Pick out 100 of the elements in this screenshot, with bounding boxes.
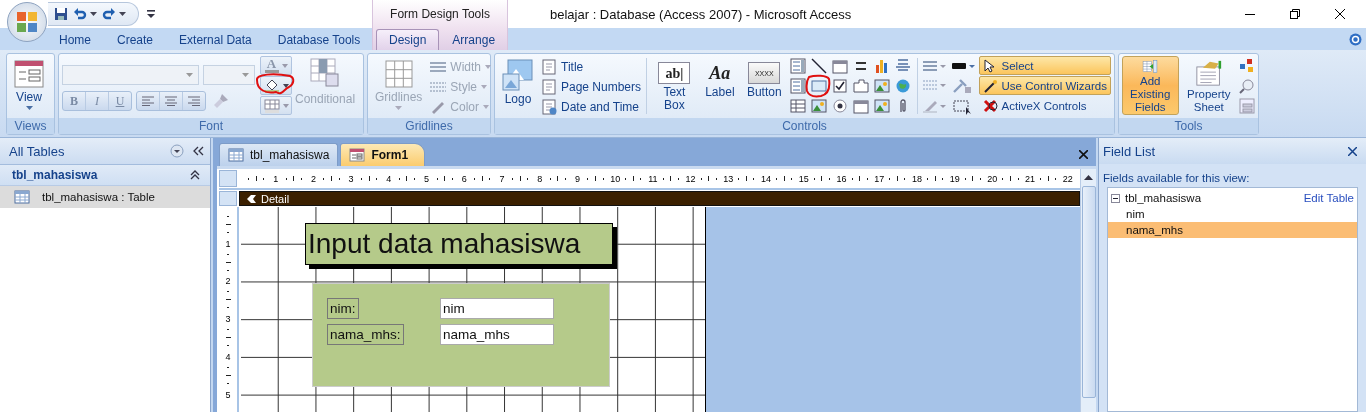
- office-button[interactable]: [7, 2, 47, 42]
- tools-button[interactable]: Add Existing Fields: [1122, 56, 1179, 115]
- close-icon[interactable]: [1079, 150, 1088, 159]
- list-icon[interactable]: [789, 78, 806, 94]
- checkbox-icon[interactable]: [831, 78, 848, 94]
- control-mode-button[interactable]: Use Control Wizards: [978, 76, 1111, 95]
- context-tab-header: Form Design Tools: [389, 6, 491, 23]
- ruler-number: 14: [761, 173, 772, 184]
- grid-icon: [383, 59, 414, 89]
- document-tab[interactable]: Form1: [340, 143, 426, 166]
- control-mode-button[interactable]: ActiveX Controls: [978, 96, 1111, 115]
- scroll-thumb[interactable]: [1081, 186, 1096, 398]
- field-label[interactable]: nama_mhs:: [327, 324, 404, 345]
- ruler-number: 2: [309, 173, 317, 184]
- customize-icon[interactable]: [147, 9, 155, 19]
- tools-icon[interactable]: [951, 78, 972, 94]
- folder-tab-icon[interactable]: [852, 78, 869, 94]
- align-left-icon: [142, 96, 154, 106]
- lines-icon: [430, 60, 447, 74]
- collapse-icon[interactable]: [192, 146, 204, 156]
- ruler-number: 3: [347, 173, 355, 184]
- control-tool-button[interactable]: Aa Label: [699, 56, 740, 102]
- align-right-icon: [188, 96, 200, 106]
- lines-icon[interactable]: [894, 58, 911, 74]
- close-icon[interactable]: [1348, 146, 1357, 156]
- undo-icon[interactable]: [73, 7, 87, 21]
- group-label: Views: [7, 118, 54, 134]
- caret-icon: [186, 73, 193, 77]
- save-icon[interactable]: [54, 7, 68, 21]
- caret-icon: [395, 106, 403, 110]
- tools-button[interactable]: Property Sheet: [1180, 56, 1237, 115]
- ribbon-tab[interactable]: Create: [104, 29, 167, 50]
- group-label: Font: [59, 118, 363, 134]
- redo-icon[interactable]: [102, 7, 116, 21]
- radio-icon[interactable]: [831, 98, 848, 114]
- text-box[interactable]: nama_mhs: [440, 324, 554, 345]
- shapes-icon[interactable]: [1239, 58, 1255, 74]
- field-item[interactable]: nama_mhs: [1108, 222, 1357, 238]
- caret-icon: [242, 73, 249, 77]
- form-icon[interactable]: [1239, 98, 1255, 114]
- page-icon: [541, 59, 557, 75]
- table-icon: [310, 58, 340, 88]
- caret-icon[interactable]: [90, 12, 97, 16]
- scroll-up-icon[interactable]: [1084, 175, 1093, 180]
- window-title: belajar : Database (Access 2007) - Microsoft Access: [550, 6, 852, 22]
- ribbon-tab[interactable]: Arrange: [439, 29, 509, 50]
- field-item[interactable]: nim: [1108, 206, 1357, 222]
- ruler-number: 20: [987, 173, 998, 184]
- control-tool-button[interactable]: ab| Text Box: [652, 56, 697, 115]
- field-label[interactable]: nim:: [327, 298, 359, 319]
- caret-icon: [483, 105, 490, 109]
- ruler-number: 10: [610, 173, 621, 184]
- chevron-icon[interactable]: [190, 170, 200, 180]
- globe-icon[interactable]: [894, 78, 911, 94]
- caret-icon: [485, 65, 492, 69]
- collapse-box-icon[interactable]: [1111, 193, 1120, 203]
- grid-icon[interactable]: [789, 98, 806, 114]
- control-mode-button[interactable]: Select: [978, 56, 1111, 75]
- section-header[interactable]: Detail: [239, 191, 1080, 206]
- header-item-button[interactable]: Date and Time: [541, 98, 642, 116]
- landscape-icon[interactable]: [873, 78, 890, 94]
- help-icon[interactable]: [1349, 32, 1362, 46]
- edit-table-link[interactable]: Edit Table: [1303, 192, 1354, 204]
- vertical-scrollbar[interactable]: [1080, 169, 1096, 412]
- ruler-number: 17: [874, 173, 885, 184]
- caret-icon[interactable]: [119, 12, 126, 16]
- table-icon: [263, 98, 280, 113]
- table-icon: [228, 148, 244, 162]
- page-clock-icon: [541, 99, 557, 115]
- header-item-button[interactable]: Title: [541, 58, 642, 76]
- ribbon-tab[interactable]: External Data: [166, 29, 265, 50]
- ribbon-tab[interactable]: Database Tools: [264, 29, 374, 50]
- ruler-number: 12: [685, 173, 696, 184]
- pen-icon: [430, 100, 447, 114]
- text-box[interactable]: nim: [440, 298, 554, 319]
- group-label: Controls: [495, 118, 1114, 134]
- dropdown-icon[interactable]: [170, 144, 184, 158]
- arrow-icon: [246, 193, 257, 204]
- view-button[interactable]: View: [10, 56, 48, 113]
- caret-icon: [282, 103, 289, 108]
- restore-icon[interactable]: [1290, 9, 1300, 19]
- header-item-button[interactable]: Page Numbers: [541, 78, 642, 96]
- ruler-number: 18: [911, 173, 922, 184]
- ruler-number: 19: [949, 173, 960, 184]
- ribbon-tab[interactable]: Home: [48, 29, 104, 50]
- rectangle-icon[interactable]: [810, 78, 827, 94]
- close-icon[interactable]: [1335, 9, 1345, 19]
- nav-item[interactable]: tbl_mahasiswa : Table: [0, 186, 210, 208]
- bar-chart-icon[interactable]: [873, 58, 890, 74]
- ruler-number: 13: [723, 173, 734, 184]
- table-name[interactable]: tbl_mahasiswa: [1125, 192, 1299, 204]
- logo-button[interactable]: Logo: [498, 56, 538, 109]
- document-tab[interactable]: tbl_mahasiswa: [219, 143, 339, 166]
- selection-icon[interactable]: [951, 99, 972, 115]
- pane-title: Field List: [1103, 143, 1156, 159]
- landscape-icon[interactable]: [873, 98, 890, 114]
- line-icon[interactable]: [810, 58, 827, 74]
- magnifier-icon[interactable]: [1239, 78, 1255, 94]
- ribbon-tab[interactable]: Design: [376, 29, 440, 50]
- ruler-number: 1: [272, 173, 280, 184]
